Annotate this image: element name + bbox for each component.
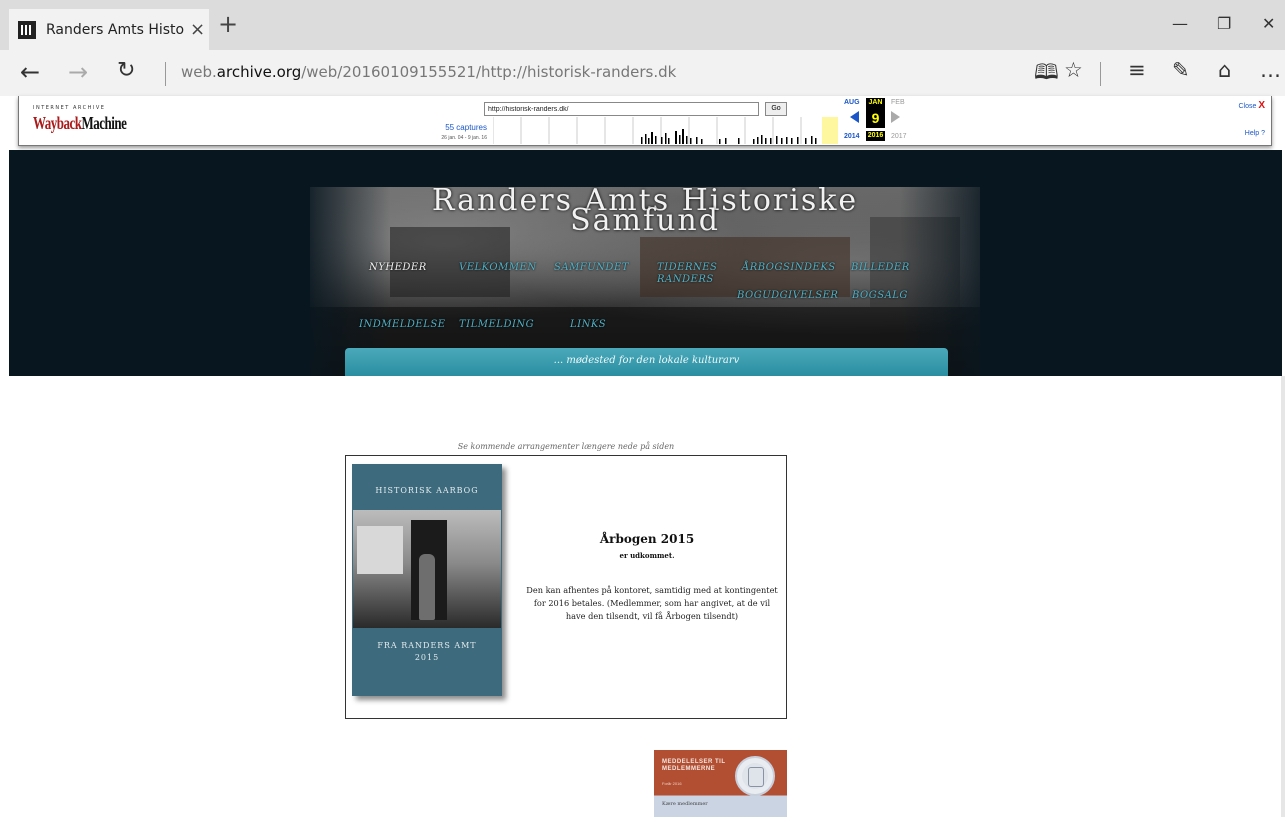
wayback-go-button[interactable]: Go <box>765 102 787 116</box>
museum-icon <box>18 20 36 39</box>
book-cover-subtitle: FRA RANDERS AMT 2015 <box>377 641 477 662</box>
news-title: Årbogen 2015 <box>599 532 695 546</box>
address-divider <box>165 62 166 86</box>
wayback-close-button[interactable]: Close X <box>1238 100 1265 111</box>
nav-nyheder[interactable]: Nyheder <box>369 262 427 274</box>
toolbar-divider <box>1100 62 1101 86</box>
wayback-logo[interactable]: WaybackMachine <box>33 113 127 135</box>
newsletter-greeting: Kære medlemmer <box>662 801 708 807</box>
restore-icon[interactable]: ❐ <box>1217 14 1231 33</box>
page-scrollbar[interactable] <box>1281 376 1285 817</box>
more-icon[interactable]: … <box>1260 58 1281 82</box>
news-body: Den kan afhentes på kontoret, samtidig m… <box>526 585 778 621</box>
back-arrow-icon[interactable]: ← <box>20 58 40 86</box>
share-icon[interactable]: ⌂ <box>1218 58 1231 82</box>
next-month: FEB <box>891 99 905 106</box>
book-cover-title: HISTORISK AARBOG <box>375 486 479 495</box>
tab-close-icon[interactable]: × <box>190 19 205 40</box>
tab-bar: Randers Amts Historisk × + — ❐ ✕ <box>0 0 1285 50</box>
newsletter-thumbnail[interactable]: MEDDELELSER TIL MEDLEMMERNE Forår 2016 Kæ… <box>654 750 787 817</box>
seal-icon <box>735 756 775 796</box>
tagline-bar: ... mødested for den lokale kulturarv <box>345 348 948 376</box>
new-tab-button[interactable]: + <box>218 10 238 38</box>
wayback-help-link[interactable]: Help ? <box>1245 130 1265 137</box>
prev-capture-icon[interactable] <box>850 111 859 123</box>
nav-bogsalg[interactable]: Bogsalg <box>852 290 908 302</box>
current-month: JAN <box>866 98 885 108</box>
wayback-logo-caption: INTERNET ARCHIVE <box>33 105 106 111</box>
next-capture-icon <box>891 111 900 123</box>
site-header: Randers Amts Historiske Samfund Nyheder V… <box>9 150 1282 376</box>
current-day: 9 <box>866 108 885 128</box>
yearbook-news-box: HISTORISK AARBOG FRA RANDERS AMT 2015 Årb… <box>345 455 787 719</box>
nav-billeder[interactable]: Billeder <box>851 262 910 274</box>
nav-tidernes-randers[interactable]: Tidernes Randers <box>657 262 717 286</box>
forward-arrow-icon[interactable]: → <box>68 58 88 86</box>
nav-tilmelding[interactable]: Tilmelding <box>459 319 534 331</box>
captures-range: 26 jan. 04 - 9 jan. 16 <box>441 135 487 141</box>
nav-indmeldelse[interactable]: Indmeldelse <box>359 319 446 331</box>
hub-icon[interactable]: ≡ <box>1128 58 1146 82</box>
tagline: ... mødested for den lokale kulturarv <box>553 355 740 366</box>
nav-links[interactable]: Links <box>570 319 606 331</box>
nav-velkommen[interactable]: Velkommen <box>459 262 537 274</box>
captures-link[interactable]: 55 captures <box>419 123 487 132</box>
nav-aarbogsindeks[interactable]: Årbogsindeks <box>742 262 836 274</box>
favorite-star-icon[interactable]: ☆ <box>1064 58 1083 82</box>
news-subtitle: er udkommet. <box>619 551 675 560</box>
prev-month-link[interactable]: AUG <box>844 99 860 106</box>
next-year: 2017 <box>891 133 907 140</box>
window-close-icon[interactable]: ✕ <box>1262 14 1275 33</box>
book-cover-photo <box>353 510 501 628</box>
newsletter-season: Forår 2016 <box>662 781 682 786</box>
tab-title: Randers Amts Historisk <box>46 21 184 38</box>
nav-bogudgivelser[interactable]: Bogudgivelser <box>737 290 838 302</box>
newsletter-title: MEDDELELSER TIL MEDLEMMERNE <box>662 759 726 772</box>
address-bar: ← → ↻ web.archive.org/web/20160109155521… <box>0 50 1285 96</box>
current-year: 2016 <box>866 131 885 141</box>
prev-year-link[interactable]: 2014 <box>844 133 860 140</box>
nav-samfundet[interactable]: Samfundet <box>554 262 629 274</box>
minimize-icon[interactable]: — <box>1172 14 1188 33</box>
site-title[interactable]: Randers Amts Historiske Samfund <box>310 187 980 236</box>
events-hint: Se kommende arrangementer længere nede p… <box>457 442 675 451</box>
yearbook-cover[interactable]: HISTORISK AARBOG FRA RANDERS AMT 2015 <box>352 464 502 696</box>
browser-tab[interactable]: Randers Amts Historisk × <box>9 9 209 50</box>
wayback-url-input[interactable] <box>484 102 759 116</box>
close-x-icon: X <box>1258 100 1265 111</box>
url-field[interactable]: web.archive.org/web/20160109155521/http:… <box>181 63 676 81</box>
refresh-icon[interactable]: ↻ <box>117 58 135 83</box>
capture-sparkline[interactable] <box>493 117 838 144</box>
web-note-icon[interactable]: ✎ <box>1172 58 1190 82</box>
reading-view-icon[interactable]: 🕮 <box>1034 58 1059 93</box>
wayback-toolbar: INTERNET ARCHIVE WaybackMachine Go 55 ca… <box>18 96 1272 146</box>
